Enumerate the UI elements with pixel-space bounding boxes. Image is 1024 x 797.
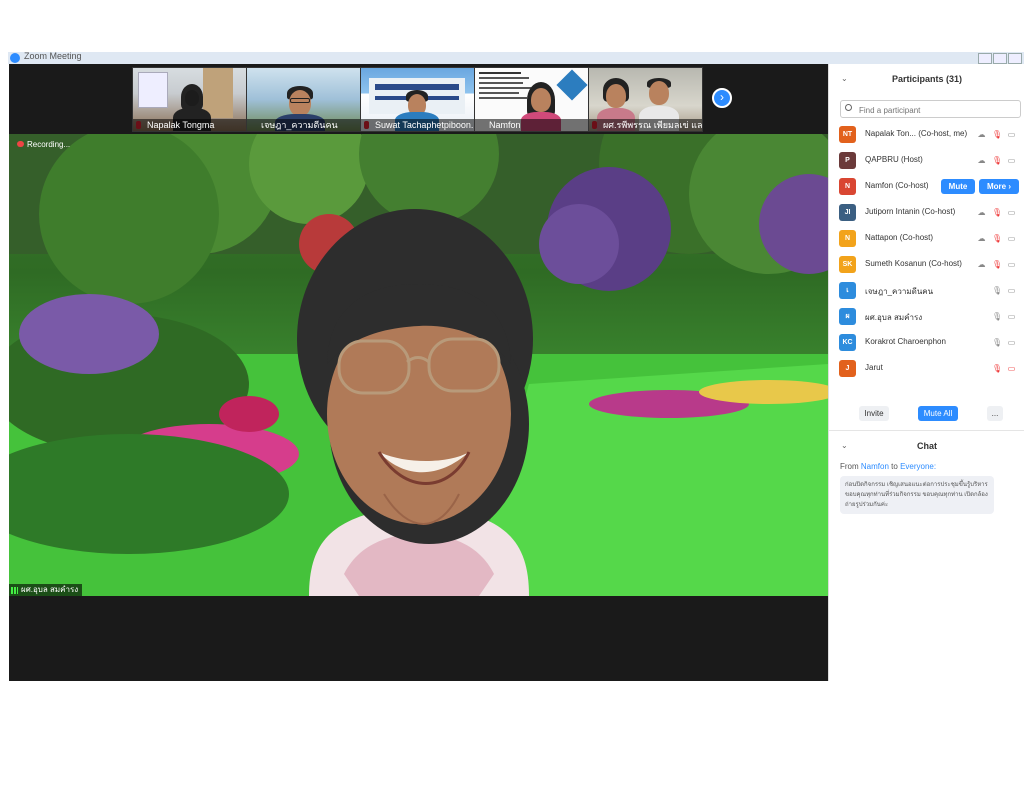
participant-name: Namfon	[475, 119, 588, 131]
video-off-icon[interactable]: ▭	[1007, 130, 1016, 139]
avatar: N	[839, 230, 856, 247]
participant-name: เจษฎา_ความดีนคน	[865, 287, 934, 296]
participant-name: Napalak Tongma	[133, 119, 246, 131]
participant-row[interactable]: เ เจษฎา_ความดีนคน 🎙︎ ▭	[829, 278, 1024, 304]
video-thumbnail[interactable]: Namfon	[474, 67, 589, 132]
chevron-down-icon[interactable]: ⌄	[841, 435, 848, 457]
search-icon	[845, 104, 852, 111]
minimize-icon[interactable]	[978, 53, 992, 64]
video-off-icon[interactable]: ▭	[1007, 156, 1016, 165]
avatar: J	[839, 360, 856, 377]
participant-name: Suwat Tachaphetpiboon...	[361, 119, 474, 131]
avatar: ผ	[839, 308, 856, 325]
share-icon[interactable]: ☁	[977, 208, 986, 217]
zoom-logo-icon	[10, 53, 20, 63]
participants-header: ⌄ Participants (31)	[829, 68, 1024, 90]
participant-name: Jutiporn Intanin (Co-host)	[865, 207, 956, 216]
chat-header: ⌄ Chat	[829, 435, 1024, 457]
participant-name: เจษฎา_ความดีนคน	[247, 119, 360, 131]
muted-mic-icon[interactable]: 🎙︎	[992, 130, 1002, 139]
avatar: P	[839, 152, 856, 169]
participant-name: Namfon (Co-host)	[865, 181, 929, 190]
share-icon[interactable]: ☁	[977, 130, 986, 139]
video-off-icon[interactable]: ▭	[1007, 338, 1016, 347]
participant-name: Napalak Ton... (Co-host, me)	[865, 129, 968, 138]
invite-button[interactable]: Invite	[859, 406, 889, 421]
share-icon[interactable]: ☁	[977, 234, 986, 243]
meeting-window: Napalak Tongma เจษฎา_ความดีนคน Suwat Tac…	[9, 64, 828, 681]
chat-sender-line: From Namfon to Everyone:	[840, 462, 937, 471]
muted-mic-icon[interactable]: 🎙︎	[992, 364, 1002, 373]
video-off-icon[interactable]: ▭	[1007, 286, 1016, 295]
avatar: SK	[839, 256, 856, 273]
more-options-button[interactable]: ...	[987, 406, 1003, 421]
avatar: N	[839, 178, 856, 195]
participant-list: NT Napalak Ton... (Co-host, me) ☁ 🎙︎ ▭ P…	[829, 122, 1024, 398]
search-input[interactable]	[857, 102, 1021, 118]
video-off-icon[interactable]: ▭	[1007, 234, 1016, 243]
mute-button[interactable]: Mute	[941, 179, 975, 194]
main-speaker-video[interactable]: Recording... ผศ.อุบล สมคำรง	[9, 134, 828, 596]
chat-message: ก่อนปิดกิจกรรม เชิญเสนอแนะต่อการประชุมขึ…	[840, 476, 994, 514]
speaker-person	[297, 209, 533, 596]
participant-name: ผศ.รพีพรรณ เพียมลเข่ แล...	[589, 119, 702, 131]
speaker-name-label: ผศ.อุบล สมคำรง	[9, 584, 83, 596]
window-titlebar: Zoom Meeting	[8, 51, 1024, 64]
participant-name: Nattapon (Co-host)	[865, 233, 934, 242]
participant-row[interactable]: J Jarut 🎙︎ ▭	[829, 356, 1024, 382]
video-thumbnail[interactable]: เจษฎา_ความดีนคน	[246, 67, 361, 132]
chat-sender[interactable]: Namfon	[861, 462, 889, 471]
participant-name: Sumeth Kosanun (Co-host)	[865, 259, 962, 268]
video-thumbnail[interactable]: ผศ.รพีพรรณ เพียมลเข่ แล...	[588, 67, 703, 132]
muted-mic-icon[interactable]: 🎙︎	[992, 234, 1002, 243]
share-icon[interactable]: ☁	[977, 260, 986, 269]
participant-name: Jarut	[865, 363, 883, 372]
next-page-button[interactable]: ›	[712, 88, 732, 108]
mic-icon[interactable]: 🎙︎	[992, 312, 1002, 321]
participant-row[interactable]: NT Napalak Ton... (Co-host, me) ☁ 🎙︎ ▭	[829, 122, 1024, 148]
avatar: เ	[839, 282, 856, 299]
mic-icon[interactable]: 🎙︎	[992, 338, 1002, 347]
video-off-icon[interactable]: ▭	[1007, 312, 1016, 321]
participant-name: QAPBRU (Host)	[865, 155, 923, 164]
participant-row[interactable]: SK Sumeth Kosanun (Co-host) ☁ 🎙︎ ▭	[829, 252, 1024, 278]
participant-search[interactable]	[840, 100, 1021, 118]
participant-name: ผศ.อุบล สมคำรง	[865, 313, 923, 322]
mute-all-button[interactable]: Mute All	[918, 406, 958, 421]
avatar: KC	[839, 334, 856, 351]
avatar: NT	[839, 126, 856, 143]
participant-row[interactable]: ผ ผศ.อุบล สมคำรง 🎙︎ ▭	[829, 304, 1024, 330]
video-off-icon[interactable]: ▭	[1007, 208, 1016, 217]
muted-mic-icon[interactable]: 🎙︎	[992, 260, 1002, 269]
avatar: JI	[839, 204, 856, 221]
more-button[interactable]: More ›	[979, 179, 1019, 194]
participant-row[interactable]: N Nattapon (Co-host) ☁ 🎙︎ ▭	[829, 226, 1024, 252]
side-panel: ⌄ Participants (31) NT Napalak Ton... (C…	[828, 64, 1024, 681]
divider	[829, 430, 1024, 431]
recording-indicator: Recording...	[17, 140, 70, 149]
muted-video-icon[interactable]: ▭	[1007, 364, 1016, 373]
participant-row[interactable]: N Namfon (Co-host) Mute More ›	[829, 174, 1024, 200]
signal-icon	[11, 587, 18, 594]
participant-row[interactable]: P QAPBRU (Host) ☁ 🎙︎ ▭	[829, 148, 1024, 174]
participant-row[interactable]: KC Korakrot Charoenphon 🎙︎ ▭	[829, 330, 1024, 356]
thumbnail-strip: Napalak Tongma เจษฎา_ความดีนคน Suwat Tac…	[9, 64, 828, 134]
video-off-icon[interactable]: ▭	[1007, 260, 1016, 269]
video-thumbnail[interactable]: Suwat Tachaphetpiboon...	[360, 67, 475, 132]
mic-icon[interactable]: 🎙︎	[992, 286, 1002, 295]
recording-icon	[17, 141, 24, 147]
participant-name: Korakrot Charoenphon	[865, 337, 946, 346]
video-thumbnail[interactable]: Napalak Tongma	[132, 67, 247, 132]
muted-mic-icon[interactable]: 🎙︎	[992, 156, 1002, 165]
window-title: Zoom Meeting	[24, 51, 82, 61]
share-icon[interactable]: ☁	[977, 156, 986, 165]
maximize-icon[interactable]	[993, 53, 1007, 64]
participant-row[interactable]: JI Jutiporn Intanin (Co-host) ☁ 🎙︎ ▭	[829, 200, 1024, 226]
muted-mic-icon[interactable]: 🎙︎	[992, 208, 1002, 217]
chevron-down-icon[interactable]: ⌄	[841, 68, 848, 90]
chat-recipient: Everyone:	[900, 462, 937, 471]
close-icon[interactable]	[1008, 53, 1022, 64]
